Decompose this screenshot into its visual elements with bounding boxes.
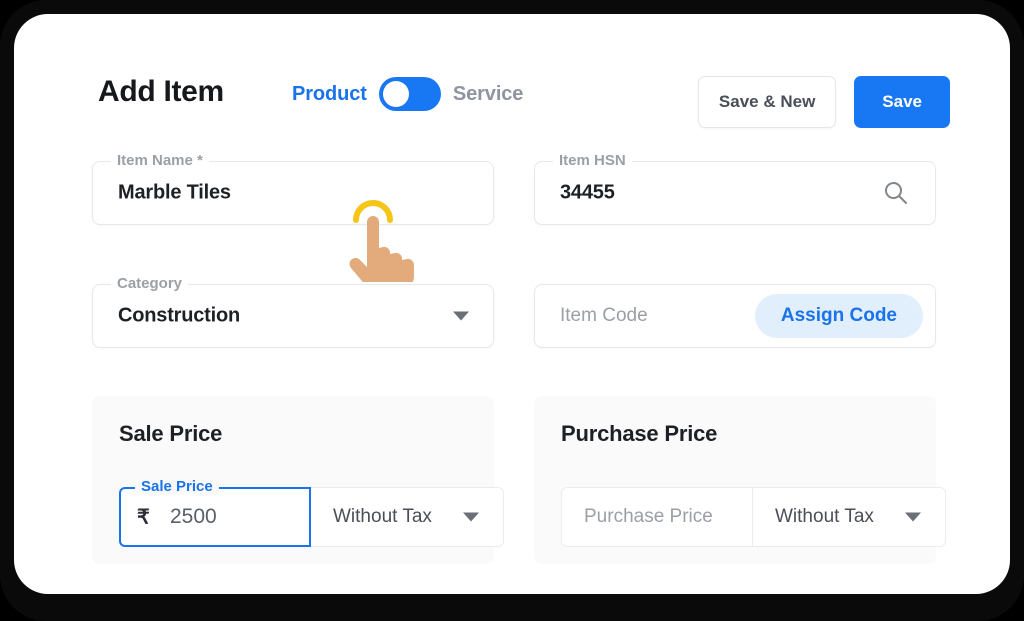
item-name-label: Item Name *: [111, 152, 209, 169]
page-header: Add Item Product Service Save & New Save: [14, 14, 1010, 134]
sale-price-row: Sale Price ₹ 2500 Without Tax: [119, 478, 504, 547]
item-hsn-field[interactable]: Item HSN 34455: [534, 152, 936, 225]
app-panel: Add Item Product Service Save & New Save…: [14, 14, 1010, 594]
sale-price-value: 2500: [170, 505, 217, 528]
purchase-price-row: Purchase Price Without Tax: [561, 487, 946, 547]
item-code-placeholder: Item Code: [560, 305, 648, 326]
sale-price-input[interactable]: Sale Price ₹ 2500: [119, 478, 311, 547]
category-value: Construction: [118, 304, 241, 327]
chevron-down-icon[interactable]: [453, 311, 469, 321]
header-actions: Save & New Save: [697, 76, 950, 128]
toggle-label-product[interactable]: Product: [292, 83, 367, 106]
purchase-price-card: Purchase Price Purchase Price Without Ta…: [534, 396, 946, 564]
search-icon[interactable]: [883, 180, 909, 206]
item-type-toggle[interactable]: [378, 77, 441, 111]
assign-code-button[interactable]: Assign Code: [754, 294, 923, 338]
device-screen: Add Item Product Service Save & New Save…: [0, 0, 1024, 621]
item-name-value: Marble Tiles: [118, 181, 231, 204]
item-name-field[interactable]: Item Name * Marble Tiles: [92, 152, 494, 225]
category-label: Category: [111, 275, 189, 292]
chevron-down-icon[interactable]: [463, 512, 479, 522]
toggle-knob: [382, 81, 409, 107]
item-code-field[interactable]: Item Code Assign Code: [534, 284, 936, 348]
currency-symbol: ₹: [137, 506, 150, 529]
category-field[interactable]: Category Construction: [92, 275, 494, 348]
save-button[interactable]: Save: [854, 76, 950, 128]
sale-price-input-label: Sale Price: [135, 478, 219, 495]
item-hsn-label: Item HSN: [553, 152, 632, 169]
purchase-price-tax-select[interactable]: Without Tax: [752, 487, 946, 547]
sale-price-card: Sale Price Sale Price ₹ 2500 Without Tax: [92, 396, 504, 564]
purchase-price-placeholder: Purchase Price: [584, 506, 713, 527]
purchase-price-input[interactable]: Purchase Price: [561, 487, 753, 547]
sale-price-tax-select[interactable]: Without Tax: [310, 487, 504, 547]
chevron-down-icon[interactable]: [905, 512, 921, 522]
purchase-price-card-title: Purchase Price: [561, 421, 718, 446]
item-hsn-value: 34455: [560, 181, 615, 204]
sale-price-card-title: Sale Price: [119, 421, 223, 446]
save-and-new-button[interactable]: Save & New: [697, 76, 837, 128]
sale-price-tax-value: Without Tax: [333, 506, 432, 527]
page-title: Add Item: [98, 75, 224, 108]
item-type-toggle-group: Product Service: [292, 77, 523, 111]
toggle-label-service[interactable]: Service: [453, 83, 524, 106]
purchase-price-tax-value: Without Tax: [775, 506, 874, 527]
